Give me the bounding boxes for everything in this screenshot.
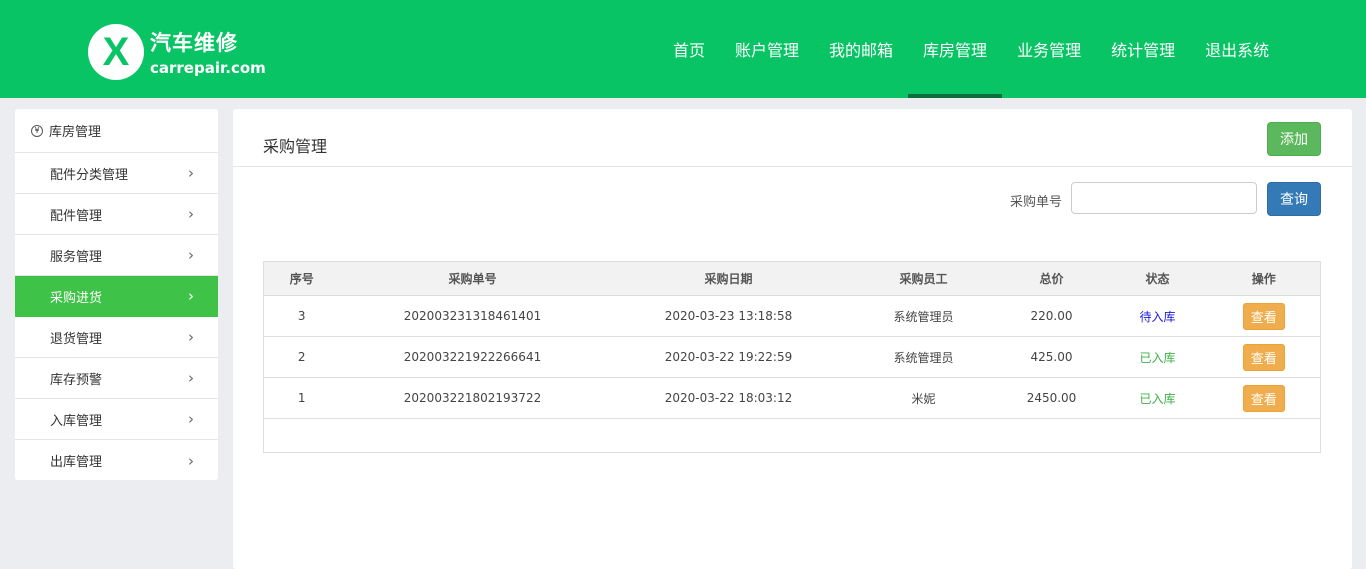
table-header-row: 序号 采购单号 采购日期 采购员工 总价 状态 操作 <box>263 261 1321 296</box>
logo-title: 汽车维修 <box>150 31 238 55</box>
search-label: 采购单号 <box>1010 195 1063 210</box>
cell-total: 220.00 <box>995 295 1108 337</box>
chevron-right-icon: › <box>188 369 194 387</box>
table-row: 2 202003221922266641 2020-03-22 19:22:59… <box>263 336 1321 378</box>
cell-action: 查看 <box>1207 377 1321 419</box>
view-button[interactable]: 查看 <box>1242 302 1285 330</box>
logo-domain: carrepair.com <box>150 59 266 77</box>
col-date: 采购日期 <box>605 261 852 296</box>
chevron-right-icon: › <box>188 410 194 428</box>
col-action: 操作 <box>1207 261 1321 296</box>
chevron-right-icon: › <box>188 328 194 346</box>
main-panel: 采购管理 添加 采购单号 查询 序号 采购单号 采购日期 采购员工 总价 状态 … <box>233 109 1352 569</box>
cell-no: 1 <box>263 377 340 419</box>
sidebar-header: ¥ 库房管理 <box>15 109 218 153</box>
cell-total: 425.00 <box>995 336 1108 378</box>
table-row: 3 202003231318461401 2020-03-23 13:18:58… <box>263 295 1321 337</box>
cell-staff: 系统管理员 <box>851 295 996 337</box>
col-no: 序号 <box>263 261 340 296</box>
sidebar-item-label: 入库管理 <box>50 413 103 429</box>
search-button[interactable]: 查询 <box>1267 182 1321 216</box>
sidebar-item-services[interactable]: 服务管理 › <box>15 235 218 276</box>
wrench-logo-icon: X <box>88 24 144 80</box>
cell-staff: 系统管理员 <box>851 336 996 378</box>
purchase-table: 序号 采购单号 采购日期 采购员工 总价 状态 操作 3 20200323131… <box>263 261 1321 453</box>
sidebar-item-stock-alert[interactable]: 库存预警 › <box>15 358 218 399</box>
nav-warehouse[interactable]: 库房管理 <box>908 0 1003 98</box>
cell-order: 202003221922266641 <box>339 336 606 378</box>
chevron-right-icon: › <box>188 246 194 264</box>
sidebar-item-part-category[interactable]: 配件分类管理 › <box>15 153 218 194</box>
nav-logout[interactable]: 退出系统 <box>1190 0 1284 98</box>
chevron-right-icon: › <box>188 164 194 182</box>
view-button[interactable]: 查看 <box>1242 384 1285 412</box>
chevron-right-icon: › <box>188 451 194 470</box>
status-badge: 已入库 <box>1107 377 1208 419</box>
cell-date: 2020-03-22 19:22:59 <box>605 336 852 378</box>
cell-total: 2450.00 <box>995 377 1108 419</box>
status-badge: 待入库 <box>1107 295 1208 337</box>
col-status: 状态 <box>1107 261 1208 296</box>
add-button[interactable]: 添加 <box>1267 122 1321 156</box>
col-order: 采购单号 <box>339 261 606 296</box>
chevron-right-icon: › <box>188 287 194 305</box>
sidebar-item-purchase[interactable]: 采购进货 › <box>15 276 218 317</box>
cell-action: 查看 <box>1207 336 1321 378</box>
cell-no: 3 <box>263 295 340 337</box>
cell-date: 2020-03-22 18:03:12 <box>605 377 852 419</box>
nav-business[interactable]: 业务管理 <box>1002 0 1096 98</box>
sidebar-item-outbound[interactable]: 出库管理 › <box>15 440 218 481</box>
nav-home[interactable]: 首页 <box>658 0 720 98</box>
table-empty-row <box>264 419 1321 453</box>
top-header: X 汽车维修 carrepair.com 首页 账户管理 我的邮箱 库房管理 业… <box>0 0 1366 98</box>
status-badge: 已入库 <box>1107 336 1208 378</box>
cell-date: 2020-03-23 13:18:58 <box>605 295 852 337</box>
collapse-circle-icon: ¥ <box>31 124 43 137</box>
cell-order: 202003231318461401 <box>339 295 606 337</box>
sidebar-item-label: 库存预警 <box>50 372 103 388</box>
sidebar-item-inbound[interactable]: 入库管理 › <box>15 399 218 440</box>
cell-no: 2 <box>263 336 340 378</box>
main-nav: 首页 账户管理 我的邮箱 库房管理 业务管理 统计管理 退出系统 <box>658 0 1284 98</box>
cell-action: 查看 <box>1207 295 1321 337</box>
sidebar-title: 库房管理 <box>49 125 102 140</box>
page-title: 采购管理 <box>263 137 328 156</box>
col-staff: 采购员工 <box>851 261 996 296</box>
view-button[interactable]: 查看 <box>1242 343 1285 371</box>
cell-staff: 米妮 <box>851 377 996 419</box>
nav-statistics[interactable]: 统计管理 <box>1096 0 1190 98</box>
sidebar-item-label: 退货管理 <box>50 331 103 347</box>
sidebar-item-label: 服务管理 <box>50 249 103 265</box>
sidebar-item-label: 出库管理 <box>50 455 103 470</box>
sidebar-item-label: 配件管理 <box>50 208 103 224</box>
cell-order: 202003221802193722 <box>339 377 606 419</box>
sidebar-item-returns[interactable]: 退货管理 › <box>15 317 218 358</box>
logo[interactable]: X 汽车维修 carrepair.com <box>88 24 266 80</box>
order-number-input[interactable] <box>1071 182 1257 214</box>
panel-header: 采购管理 添加 <box>233 109 1352 167</box>
sidebar-item-parts[interactable]: 配件管理 › <box>15 194 218 235</box>
nav-accounts[interactable]: 账户管理 <box>720 0 814 98</box>
sidebar-item-label: 采购进货 <box>50 290 103 306</box>
chevron-right-icon: › <box>188 205 194 223</box>
sidebar: ¥ 库房管理 配件分类管理 › 配件管理 › 服务管理 › 采购进货 › 退货管理 › 库… <box>15 109 218 480</box>
sidebar-item-label: 配件分类管理 <box>50 167 129 183</box>
empty-cell <box>264 419 1321 453</box>
nav-mailbox[interactable]: 我的邮箱 <box>814 0 908 98</box>
col-total: 总价 <box>995 261 1108 296</box>
table-row: 1 202003221802193722 2020-03-22 18:03:12… <box>263 377 1321 419</box>
